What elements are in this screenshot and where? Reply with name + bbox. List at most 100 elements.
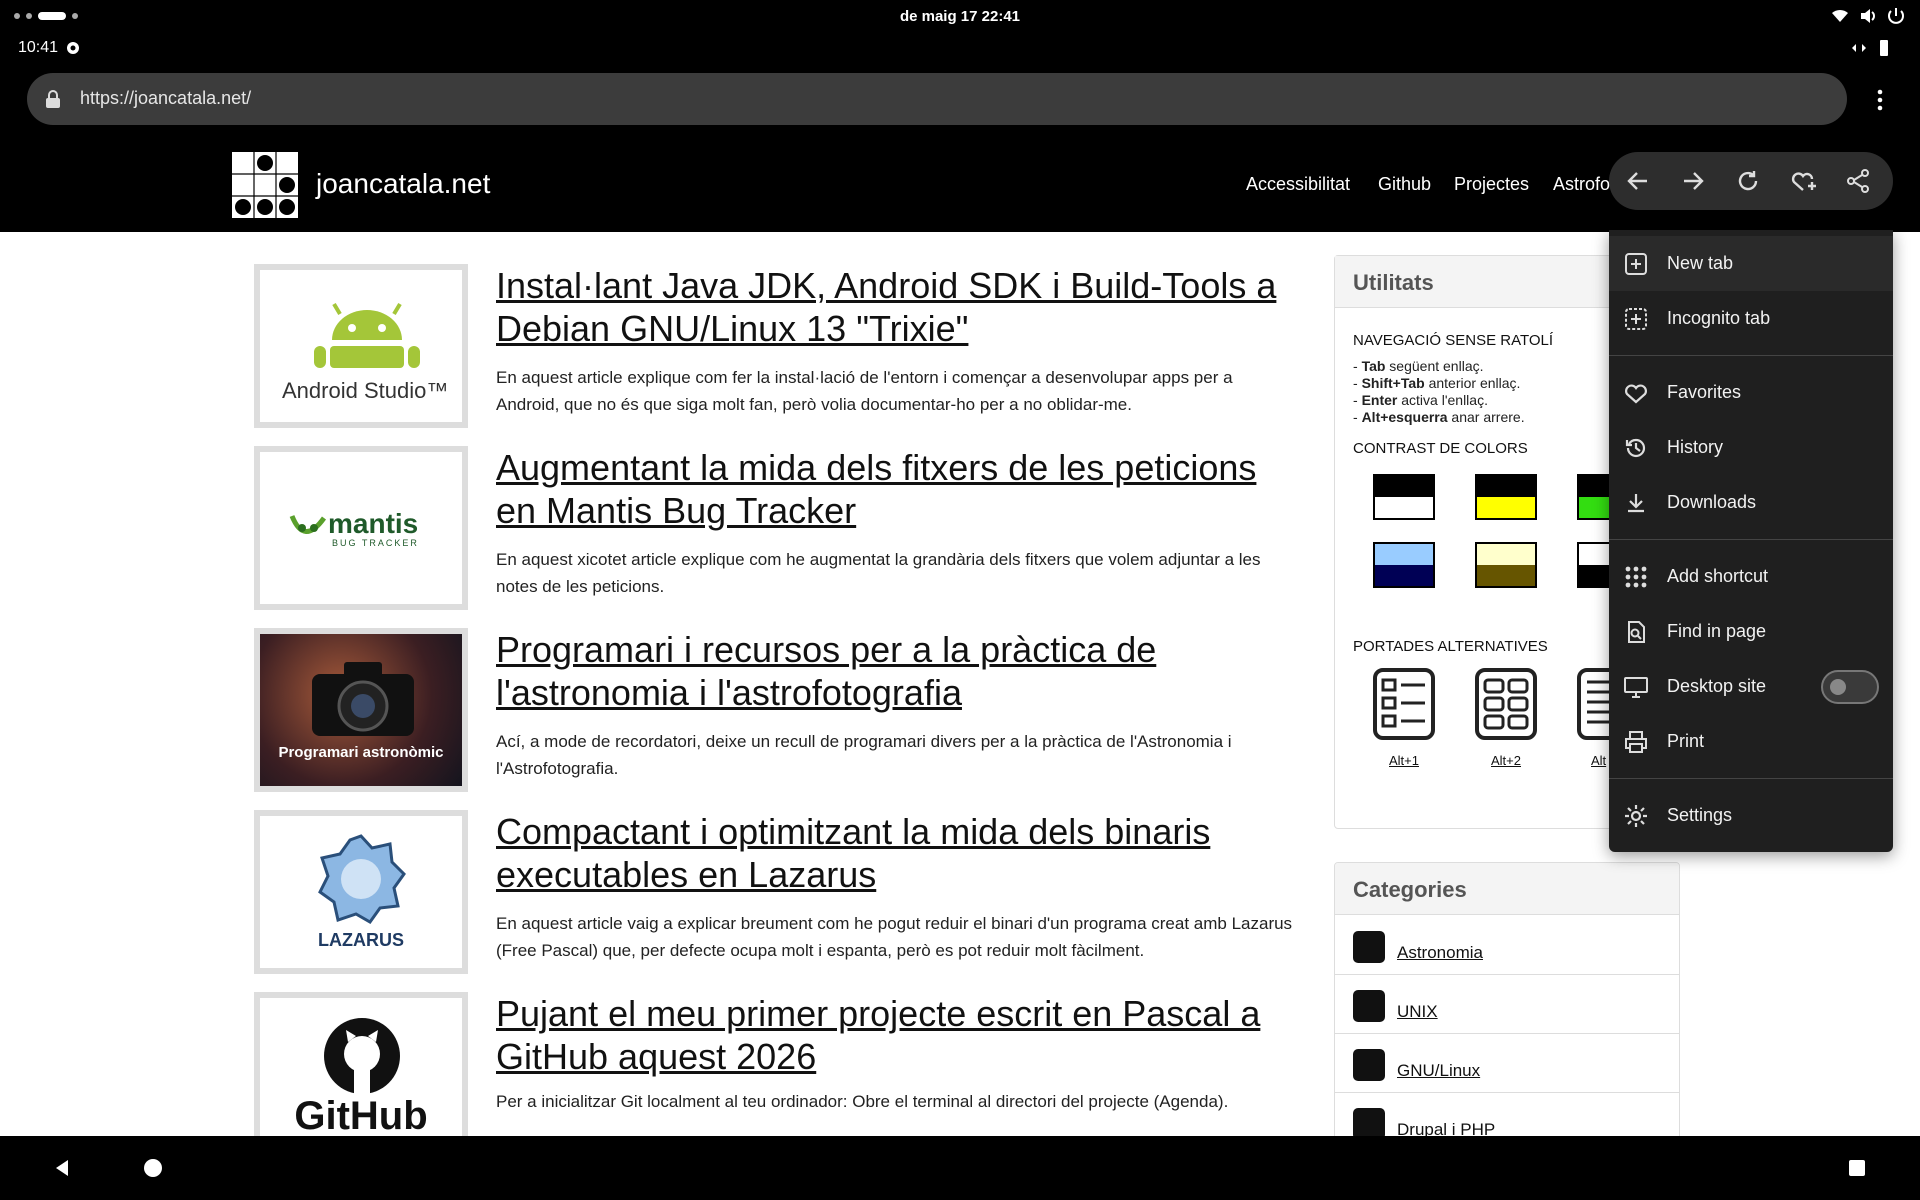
article-title[interactable]: Programari i recursos per a la pràctica … xyxy=(496,628,1296,714)
article-item: LAZARUS Compactant i optimitzant la mida… xyxy=(254,810,1292,976)
reload-icon[interactable] xyxy=(1735,168,1761,194)
thumb-label: mantis xyxy=(328,508,419,539)
categories-panel: Categories Astronomia UNIX GNU/Linux Dru… xyxy=(1334,862,1680,1142)
cover-label[interactable]: Alt xyxy=(1591,753,1611,768)
swatch-band xyxy=(1375,544,1433,565)
keyboard-nav-heading: NAVEGACIÓ SENSE RATOLÍ xyxy=(1353,332,1554,349)
cover-label[interactable]: Alt+2 xyxy=(1475,753,1537,768)
wifi-icon xyxy=(1832,9,1848,22)
contrast-swatch[interactable] xyxy=(1373,474,1435,520)
article-title[interactable]: Instal·lant Java JDK, Android SDK i Buil… xyxy=(496,264,1296,350)
add-favorite-icon[interactable] xyxy=(1790,168,1818,194)
system-status-bar: de maig 17 22:41 xyxy=(0,0,1920,32)
menu-history[interactable]: History xyxy=(1609,420,1893,475)
nav-astrofotografia[interactable]: Astrofo xyxy=(1553,174,1613,195)
category-item[interactable]: Astronomia xyxy=(1335,917,1679,975)
thumb-label: GitHub xyxy=(294,1094,428,1136)
menu-action-row xyxy=(1609,152,1893,210)
site-title[interactable]: joancatala.net xyxy=(316,168,490,200)
more-vert-icon[interactable] xyxy=(1868,87,1892,113)
history-icon xyxy=(1625,438,1646,458)
menu-divider xyxy=(1609,778,1893,779)
menu-print[interactable]: Print xyxy=(1609,714,1893,769)
android-clock: 10:41 xyxy=(18,39,59,56)
cover-option-1[interactable]: Alt+1 xyxy=(1373,668,1435,768)
share-icon[interactable] xyxy=(1845,168,1871,194)
apps-grid-icon xyxy=(1625,566,1647,588)
article-title[interactable]: Augmentant la mida dels fitxers de les p… xyxy=(496,446,1296,532)
article-summary: Ací, a mode de recordatori, deixe un rec… xyxy=(496,732,1232,778)
forward-arrow-icon[interactable] xyxy=(1680,168,1706,194)
rss-icon[interactable] xyxy=(1353,1049,1385,1081)
menu-incognito-tab[interactable]: Incognito tab xyxy=(1609,291,1893,346)
menu-desktop-site[interactable]: Desktop site xyxy=(1609,659,1893,714)
swatch-band xyxy=(1477,565,1535,586)
article-summary: En aquest xicotet article explique com h… xyxy=(496,550,1261,596)
nav-projectes[interactable]: Projectes xyxy=(1454,174,1529,195)
nav-github[interactable]: Github xyxy=(1378,174,1431,195)
article-thumbnail[interactable]: Programari astronòmic xyxy=(254,628,468,792)
browser-toolbar: https://joancatala.net/ xyxy=(0,64,1920,136)
article-thumbnail[interactable]: Android Studio™ xyxy=(254,264,468,428)
site-logo[interactable] xyxy=(232,152,298,218)
rss-icon[interactable] xyxy=(1353,990,1385,1022)
nav-recents-icon[interactable] xyxy=(1848,1159,1866,1177)
menu-add-shortcut[interactable]: Add shortcut xyxy=(1609,549,1893,604)
menu-downloads[interactable]: Downloads xyxy=(1609,475,1893,530)
article-thumbnail[interactable]: mantis BUG TRACKER xyxy=(254,446,468,610)
article-title[interactable]: Compactant i optimitzant la mida dels bi… xyxy=(496,810,1296,896)
menu-find-in-page[interactable]: Find in page xyxy=(1609,604,1893,659)
print-icon xyxy=(1625,731,1647,753)
cover-label[interactable]: Alt+1 xyxy=(1373,753,1435,768)
color-contrast-heading: CONTRAST DE COLORS xyxy=(1353,440,1528,457)
workspace-indicator-icon[interactable] xyxy=(14,12,78,20)
list-layout-icon xyxy=(1373,668,1435,740)
article-thumbnail[interactable]: LAZARUS xyxy=(254,810,468,974)
desktop-site-toggle[interactable] xyxy=(1821,670,1879,704)
new-tab-icon xyxy=(1625,253,1647,275)
category-item[interactable]: UNIX xyxy=(1335,976,1679,1034)
address-bar[interactable]: https://joancatala.net/ xyxy=(27,73,1847,125)
article-title[interactable]: Pujant el meu primer projecte escrit en … xyxy=(496,992,1296,1078)
system-navigation-bar xyxy=(0,1136,1920,1200)
cover-option-2[interactable]: Alt+2 xyxy=(1475,668,1537,768)
contrast-swatch[interactable] xyxy=(1373,542,1435,588)
toggle-knob xyxy=(1830,679,1846,695)
nav-back-icon[interactable] xyxy=(52,1158,72,1178)
swatch-band xyxy=(1375,476,1433,497)
mantis-logo-icon xyxy=(289,514,327,534)
url-text[interactable]: https://joancatala.net/ xyxy=(80,88,251,109)
text-layout-icon xyxy=(1577,668,1611,740)
camera-icon xyxy=(312,662,414,736)
clock-date[interactable]: de maig 17 22:41 xyxy=(860,8,1060,25)
article-item: Programari astronòmic Programari i recur… xyxy=(254,628,1284,794)
article-item: mantis BUG TRACKER Augmentant la mida de… xyxy=(254,446,1284,612)
category-item[interactable]: GNU/Linux xyxy=(1335,1035,1679,1093)
contrast-swatch[interactable] xyxy=(1475,474,1537,520)
nav-accessibilitat[interactable]: Accessibilitat xyxy=(1246,174,1350,195)
article-item: Android Studio™ Instal·lant Java JDK, An… xyxy=(254,264,1284,430)
thumb-label: Programari astronòmic xyxy=(278,744,444,761)
menu-favorites[interactable]: Favorites xyxy=(1609,365,1893,420)
incognito-tab-icon xyxy=(1625,308,1647,330)
nav-home-icon[interactable] xyxy=(143,1158,163,1178)
categories-heading: Categories xyxy=(1335,863,1679,915)
swatch-band xyxy=(1477,497,1535,518)
category-item[interactable]: Drupal i PHP xyxy=(1335,1094,1679,1141)
article-thumbnail[interactable]: GitHub xyxy=(254,992,468,1136)
article-item: GitHub Pujant el meu primer projecte esc… xyxy=(254,992,1284,1158)
browser-overflow-menu: New tab Incognito tab Favorites History … xyxy=(1609,230,1893,852)
rss-icon[interactable] xyxy=(1353,931,1385,963)
cover-option-3[interactable]: Alt xyxy=(1577,668,1611,768)
menu-new-tab[interactable]: New tab xyxy=(1609,236,1893,291)
lazarus-logo-icon xyxy=(318,834,406,924)
contrast-swatch[interactable] xyxy=(1475,542,1537,588)
gear-icon xyxy=(1625,805,1647,827)
settings-gear-icon xyxy=(67,42,79,54)
menu-settings[interactable]: Settings xyxy=(1609,788,1893,843)
heart-icon xyxy=(1625,384,1647,404)
github-logo-icon xyxy=(324,1018,400,1094)
back-arrow-icon[interactable] xyxy=(1625,168,1651,194)
lock-icon[interactable] xyxy=(43,89,63,109)
power-icon xyxy=(1888,8,1904,24)
